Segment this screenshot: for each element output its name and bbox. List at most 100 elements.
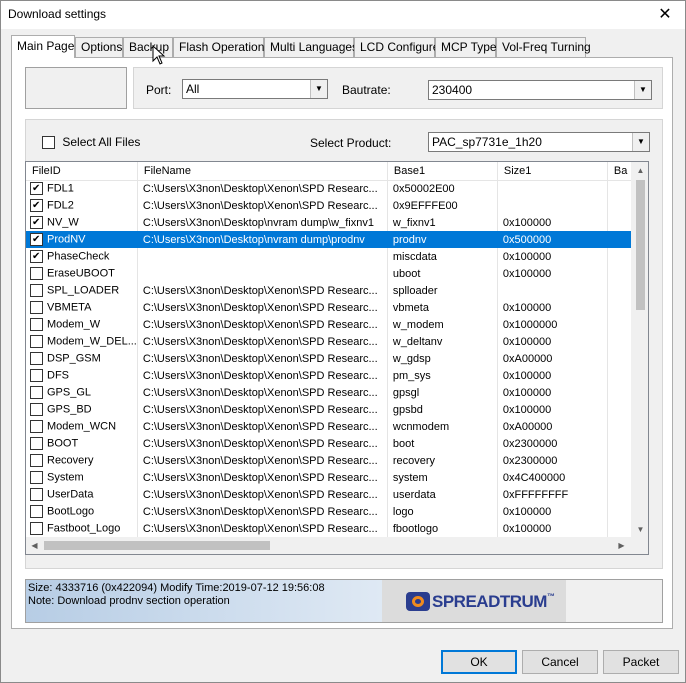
file-id-cell[interactable]: NV_W: [26, 214, 138, 231]
row-checkbox[interactable]: [30, 505, 43, 518]
tab-options[interactable]: Options: [75, 37, 123, 57]
cancel-button[interactable]: Cancel: [522, 650, 598, 674]
row-checkbox[interactable]: [30, 318, 43, 331]
file-list[interactable]: FileID FileName Base1 Size1 Ba FDL1 C:\Us…: [25, 161, 649, 555]
vertical-scroll-thumb[interactable]: [636, 180, 645, 310]
row-checkbox[interactable]: [30, 352, 43, 365]
row-checkbox[interactable]: [30, 284, 43, 297]
row-checkbox[interactable]: [30, 335, 43, 348]
tab-vol-freq-turning[interactable]: Vol-Freq Turning: [496, 37, 591, 57]
file-id-cell[interactable]: FDL1: [26, 180, 138, 197]
select-all-checkbox[interactable]: [42, 136, 55, 150]
horizontal-scrollbar[interactable]: ◀ ▶: [26, 537, 648, 554]
scroll-right-icon[interactable]: ▶: [613, 537, 630, 554]
table-row[interactable]: DFS C:\Users\X3non\Desktop\Xenon\SPD Rese…: [26, 367, 638, 384]
row-checkbox[interactable]: [30, 182, 43, 196]
table-row[interactable]: BootLogo C:\Users\X3non\Desktop\Xenon\SPD…: [26, 503, 638, 520]
row-checkbox[interactable]: [30, 250, 43, 263]
size1-cell: 0x100000: [497, 384, 608, 401]
table-row[interactable]: Recovery C:\Users\X3non\Desktop\Xenon\SPD…: [26, 452, 638, 469]
row-checkbox[interactable]: [30, 437, 43, 450]
table-row[interactable]: GPS_BD C:\Users\X3non\Desktop\Xenon\SPD R…: [26, 401, 638, 418]
file-id-cell[interactable]: ProdNV: [26, 231, 138, 248]
file-id-cell[interactable]: Modem_W: [26, 316, 138, 333]
table-row[interactable]: VBMETA C:\Users\X3non\Desktop\Xenon\SPD R…: [26, 299, 638, 316]
row-checkbox[interactable]: [30, 233, 43, 246]
chevron-down-icon[interactable]: ▼: [634, 81, 651, 99]
table-row[interactable]: Modem_W_DEL... C:\Users\X3non\Desktop\Xen…: [26, 333, 638, 350]
table-row[interactable]: PhaseCheck miscdata0x100000: [26, 248, 638, 265]
file-id-cell[interactable]: SPL_LOADER: [26, 282, 138, 299]
file-id-cell[interactable]: UserData: [26, 486, 138, 503]
file-id-cell[interactable]: Fastboot_Logo: [26, 520, 138, 537]
col-header-size1[interactable]: Size1: [497, 162, 608, 181]
table-row[interactable]: FDL1 C:\Users\X3non\Desktop\Xenon\SPD Res…: [26, 180, 638, 197]
table-row[interactable]: System C:\Users\X3non\Desktop\Xenon\SPD R…: [26, 469, 638, 486]
ok-button[interactable]: OK: [441, 650, 517, 674]
close-icon[interactable]: ✕: [645, 1, 685, 29]
tab-mcp-type[interactable]: MCP Type: [435, 37, 497, 57]
size1-cell: 0x100000: [497, 214, 608, 231]
file-id-cell[interactable]: EraseUBOOT: [26, 265, 138, 282]
table-row[interactable]: FDL2 C:\Users\X3non\Desktop\Xenon\SPD Res…: [26, 197, 638, 214]
file-id-cell[interactable]: DFS: [26, 367, 138, 384]
file-id-cell[interactable]: GPS_BD: [26, 401, 138, 418]
size1-cell: 0x2300000: [497, 435, 608, 452]
chevron-down-icon[interactable]: ▼: [310, 80, 327, 98]
file-id-cell[interactable]: BootLogo: [26, 503, 138, 520]
col-header-base1[interactable]: Base1: [387, 162, 498, 181]
file-id-cell[interactable]: GPS_GL: [26, 384, 138, 401]
row-checkbox[interactable]: [30, 522, 43, 535]
baudrate-select[interactable]: 230400 ▼: [428, 80, 652, 100]
file-id-cell[interactable]: Modem_WCN: [26, 418, 138, 435]
table-row[interactable]: BOOT C:\Users\X3non\Desktop\Xenon\SPD Res…: [26, 435, 638, 452]
row-checkbox[interactable]: [30, 267, 43, 280]
chevron-down-icon[interactable]: ▼: [632, 133, 649, 151]
table-row[interactable]: UserData C:\Users\X3non\Desktop\Xenon\SPD…: [26, 486, 638, 503]
tab-lcd-configure[interactable]: LCD Configure: [354, 37, 439, 57]
table-row[interactable]: NV_W C:\Users\X3non\Desktop\nvram dump\w_…: [26, 214, 638, 231]
file-id-cell[interactable]: PhaseCheck: [26, 248, 138, 265]
row-checkbox[interactable]: [30, 488, 43, 501]
file-id-cell[interactable]: Modem_W_DEL...: [26, 333, 138, 350]
row-checkbox[interactable]: [30, 386, 43, 399]
scroll-down-icon[interactable]: ▼: [632, 521, 648, 538]
tab-main-page[interactable]: Main Page: [11, 35, 75, 58]
horizontal-scroll-thumb[interactable]: [44, 541, 270, 550]
table-row[interactable]: GPS_GL C:\Users\X3non\Desktop\Xenon\SPD R…: [26, 384, 638, 401]
table-row[interactable]: ProdNV C:\Users\X3non\Desktop\nvram dump\…: [26, 231, 638, 248]
table-row[interactable]: DSP_GSM C:\Users\X3non\Desktop\Xenon\SPD …: [26, 350, 638, 367]
tab-multi-languages[interactable]: Multi Languages: [264, 37, 358, 57]
table-row[interactable]: Fastboot_Logo C:\Users\X3non\Desktop\Xeno…: [26, 520, 638, 537]
col-header-filename[interactable]: FileName: [137, 162, 388, 181]
file-id-cell[interactable]: Recovery: [26, 452, 138, 469]
product-select[interactable]: PAC_sp7731e_1h20 ▼: [428, 132, 650, 152]
col-header-fileid[interactable]: FileID: [26, 162, 138, 181]
row-checkbox[interactable]: [30, 471, 43, 484]
table-row[interactable]: EraseUBOOT uboot 0x100000: [26, 265, 638, 282]
tab-flash-operations[interactable]: Flash Operations: [173, 37, 270, 57]
file-id: FDL1: [47, 182, 74, 195]
row-checkbox[interactable]: [30, 369, 43, 382]
file-id-cell[interactable]: System: [26, 469, 138, 486]
file-id-cell[interactable]: BOOT: [26, 435, 138, 452]
row-checkbox[interactable]: [30, 454, 43, 467]
packet-button[interactable]: Packet: [603, 650, 679, 674]
row-checkbox[interactable]: [30, 403, 43, 416]
row-checkbox[interactable]: [30, 216, 43, 229]
scroll-up-icon[interactable]: ▲: [632, 162, 648, 179]
file-id-cell[interactable]: VBMETA: [26, 299, 138, 316]
port-select[interactable]: All ▼: [182, 79, 328, 99]
select-all-files[interactable]: Select All Files: [42, 135, 140, 150]
row-checkbox[interactable]: [30, 420, 43, 433]
file-table: FileID FileName Base1 Size1 Ba FDL1 C:\Us…: [26, 162, 638, 537]
row-checkbox[interactable]: [30, 301, 43, 314]
file-id-cell[interactable]: FDL2: [26, 197, 138, 214]
vertical-scrollbar[interactable]: ▲ ▼: [631, 162, 648, 538]
table-row[interactable]: Modem_W C:\Users\X3non\Desktop\Xenon\SPD …: [26, 316, 638, 333]
table-row[interactable]: SPL_LOADER C:\Users\X3non\Desktop\Xenon\S…: [26, 282, 638, 299]
row-checkbox[interactable]: [30, 199, 43, 212]
table-row[interactable]: Modem_WCN C:\Users\X3non\Desktop\Xenon\SP…: [26, 418, 638, 435]
file-id-cell[interactable]: DSP_GSM: [26, 350, 138, 367]
scroll-left-icon[interactable]: ◀: [26, 537, 43, 554]
